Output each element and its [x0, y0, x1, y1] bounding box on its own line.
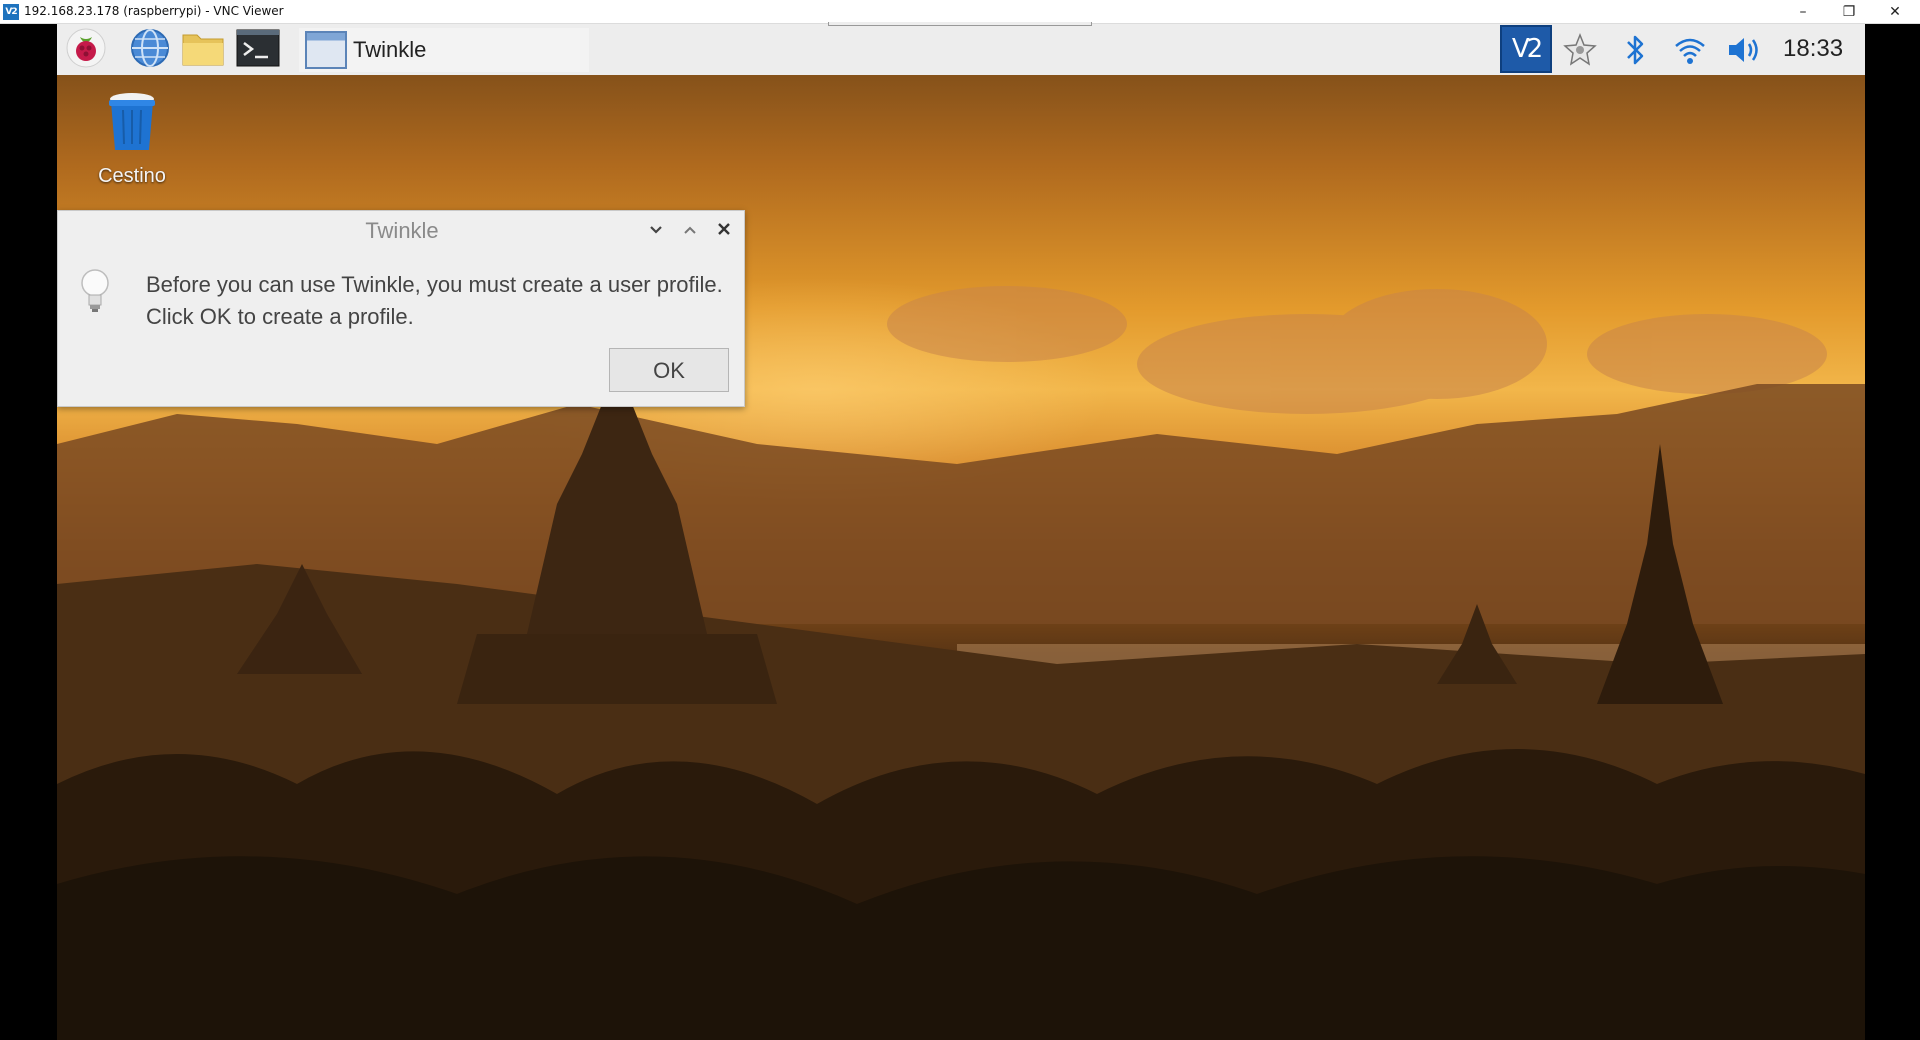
terminal-icon [236, 29, 280, 72]
dialog-maximize-button[interactable] [680, 221, 700, 241]
raspberry-menu-button[interactable] [63, 28, 109, 72]
chevron-down-icon [649, 222, 663, 240]
dialog-title[interactable]: Twinkle [58, 211, 746, 251]
volume-icon[interactable] [1725, 30, 1765, 70]
chevron-up-icon [683, 222, 697, 240]
dialog-message: Before you can use Twinkle, you must cre… [146, 269, 736, 333]
dialog-close-button[interactable] [714, 221, 734, 241]
vnc-server-tray-button[interactable]: V2 [1500, 25, 1552, 73]
vnc-restore-button[interactable]: ❐ [1826, 0, 1872, 24]
wifi-icon[interactable] [1670, 30, 1710, 70]
file-manager-icon [181, 29, 225, 72]
web-browser-icon [130, 28, 170, 73]
file-manager-button[interactable] [180, 28, 226, 72]
desktop-icon-label: Cestino [98, 165, 166, 187]
desktop-icon-trash[interactable]: Cestino [87, 88, 177, 188]
lightbulb-icon [78, 267, 112, 317]
vnc-close-button[interactable]: ✕ [1872, 0, 1918, 24]
dialog-minimize-button[interactable] [646, 221, 666, 241]
terminal-button[interactable] [235, 28, 281, 72]
vnc-minimize-button[interactable]: – [1780, 0, 1826, 24]
twinkle-dialog: Twinkle Before you can use Twinkle, you … [57, 210, 745, 407]
web-browser-button[interactable] [127, 28, 173, 72]
taskbar: Twinkle V2 18:33 [57, 24, 1865, 75]
vnc-toolbar-handle[interactable] [828, 22, 1092, 26]
vnc-viewer-titlebar[interactable]: V2 192.168.23.178 (raspberrypi) - VNC Vi… [0, 0, 1920, 24]
taskbar-task-label: Twinkle [353, 37, 427, 62]
vnc-window-title: 192.168.23.178 (raspberrypi) - VNC Viewe… [24, 4, 284, 18]
dialog-message-line: Before you can use Twinkle, you must cre… [146, 272, 723, 297]
clock[interactable]: 18:33 [1783, 35, 1843, 63]
raspberry-menu-icon [66, 28, 106, 73]
desktop-wallpaper [57, 286, 1865, 1040]
trash-icon [99, 93, 165, 158]
remote-desktop[interactable]: Twinkle V2 18:33 Cestino Twinkle Before … [57, 24, 1865, 1040]
bluetooth-icon[interactable] [1615, 30, 1655, 70]
taskbar-task-twinkle[interactable]: Twinkle [299, 28, 589, 72]
window-icon [305, 31, 347, 69]
star-icon[interactable] [1560, 30, 1600, 70]
vnc-app-icon: V2 [3, 4, 19, 20]
dialog-message-line: Click OK to create a profile. [146, 304, 414, 329]
ok-button[interactable]: OK [609, 348, 729, 392]
close-icon [717, 222, 731, 241]
